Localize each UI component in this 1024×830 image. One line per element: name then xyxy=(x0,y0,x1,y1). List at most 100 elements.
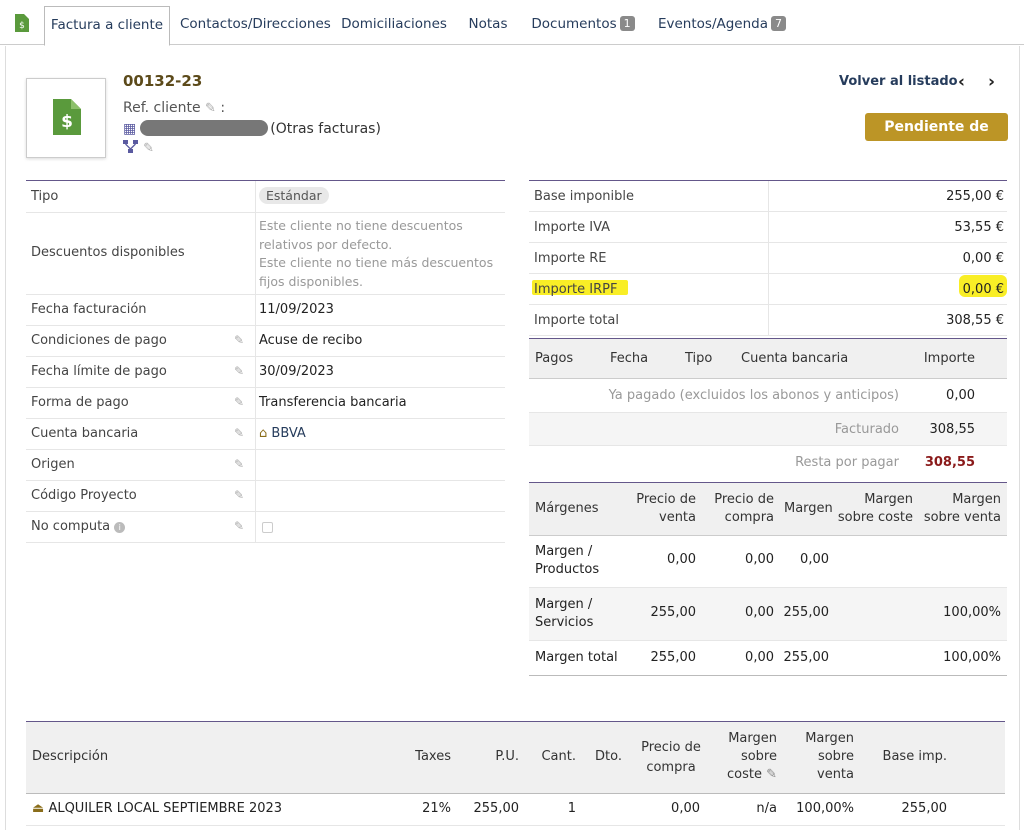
margins-table: Márgenes Precio de venta Precio de compra … xyxy=(529,482,1007,676)
column-header: Margen xyxy=(784,501,833,516)
label-line: Servicios xyxy=(535,615,594,630)
edit-pencil-icon[interactable]: ✎ xyxy=(234,333,244,347)
edit-pencil-icon[interactable]: ✎ xyxy=(234,488,244,502)
total-value: 53,55 € xyxy=(954,220,1004,235)
margin-row: Margen total 255,00 0,00 255,00 100,00% xyxy=(529,641,1007,676)
tab-label: Eventos/Agenda xyxy=(657,16,769,32)
column-header: Cant. xyxy=(541,749,576,764)
redacted-client-name[interactable] xyxy=(140,120,269,136)
ref-client: Ref. cliente ✎ : xyxy=(123,100,225,116)
invoice-ref: 00132-23 xyxy=(123,72,203,90)
nocompute-checkbox[interactable] xyxy=(262,522,273,533)
total-label: Importe total xyxy=(534,313,620,328)
header-line: Precio de xyxy=(641,740,701,755)
field-label: No computa xyxy=(31,519,111,534)
line-cell: 21% xyxy=(422,801,451,816)
invoice-dollar-icon: $ xyxy=(53,99,81,135)
column-header: P.U. xyxy=(495,749,519,764)
column-header: Pagos xyxy=(535,351,574,366)
invoice-icon: $ xyxy=(15,14,29,32)
payment-summary-row: Facturado 308,55 xyxy=(529,413,1007,446)
header-line: coste xyxy=(726,767,762,782)
pencil-icon[interactable]: ✎ xyxy=(143,141,154,156)
info-icon[interactable]: i xyxy=(114,522,126,533)
total-label: Importe RE xyxy=(534,251,607,266)
pencil-icon[interactable]: ✎ xyxy=(205,101,216,116)
margin-value: 0,00 xyxy=(745,650,774,665)
tab-label: Notas xyxy=(468,16,508,32)
tab-invoice[interactable]: Factura a cliente xyxy=(44,6,170,46)
field-row-method: Forma de pago ✎ Transferencia bancaria xyxy=(26,388,505,419)
total-label: Importe IRPF xyxy=(534,282,618,297)
building-icon: ▦ xyxy=(123,121,137,137)
pencil-icon[interactable]: ✎ xyxy=(766,767,777,782)
line-cell: 255,00 xyxy=(901,801,948,816)
margin-row: Margen / Productos 0,00 0,00 0,00 xyxy=(529,536,1007,588)
status-button[interactable]: Pendiente de pago xyxy=(865,113,1008,163)
next-arrow-icon[interactable]: › xyxy=(988,72,995,92)
discount-text-line: Este cliente no tiene descuentos xyxy=(259,218,463,233)
line-cell: 0,00 xyxy=(671,801,700,816)
line-cell: 255,00 xyxy=(473,801,520,816)
field-label: Fecha límite de pago xyxy=(31,364,167,379)
bank-link[interactable]: BBVA xyxy=(271,426,305,441)
field-value: 11/09/2023 xyxy=(259,302,334,317)
header-line: Precio de xyxy=(714,492,774,507)
edit-pencil-icon[interactable]: ✎ xyxy=(234,364,244,378)
field-row-bank: Cuenta bancaria ✎ ⌂ BBVA xyxy=(26,419,505,450)
line-cell: 100,00% xyxy=(796,801,854,816)
discounts-text: Este cliente no tiene descuentos relativ… xyxy=(259,217,493,291)
table-row[interactable]: ⏏ ALQUILER LOCAL SEPTIEMBRE 2023 21% 255… xyxy=(26,794,1005,826)
count-badge: 1 xyxy=(619,16,635,31)
column-header: Importe xyxy=(923,351,975,366)
tab-documents[interactable]: Documentos 1 xyxy=(530,6,636,46)
bank-value[interactable]: ⌂ BBVA xyxy=(259,426,306,441)
line-cell: n/a xyxy=(756,801,777,816)
label-line: Margen / xyxy=(535,544,593,559)
tab-events[interactable]: Eventos/Agenda 7 xyxy=(656,6,788,46)
line-description-text[interactable]: ALQUILER LOCAL SEPTIEMBRE 2023 xyxy=(48,801,282,816)
label-line: Productos xyxy=(535,562,600,577)
edit-pencil-icon[interactable]: ✎ xyxy=(234,457,244,471)
total-row: Importe IRPF 0,00 € xyxy=(529,274,1007,305)
field-value: Transferencia bancaria xyxy=(259,395,407,410)
header-line: sobre xyxy=(740,749,777,764)
tab-label: Documentos xyxy=(531,16,617,32)
field-value: 30/09/2023 xyxy=(259,364,334,379)
header-line: Margen xyxy=(728,731,777,746)
nocompute-label-wrap: No computa i xyxy=(31,519,126,534)
back-to-list-link[interactable]: Volver al listado xyxy=(839,74,958,89)
tab-contacts[interactable]: Contactos/Direcciones xyxy=(180,6,331,46)
edit-pencil-icon[interactable]: ✎ xyxy=(234,519,244,533)
column-header: Fecha xyxy=(610,351,649,366)
tab-notes[interactable]: Notas xyxy=(462,6,514,46)
margin-label: Margen total xyxy=(535,650,618,665)
field-row-due: Fecha límite de pago ✎ 30/09/2023 xyxy=(26,357,505,388)
edit-pencil-icon[interactable]: ✎ xyxy=(234,395,244,409)
column-header: Tipo xyxy=(685,351,713,366)
payment-summary-row: Resta por pagar 308,55 xyxy=(529,446,1007,477)
column-header: Precio de compra xyxy=(714,491,774,527)
edit-pencil-icon[interactable]: ✎ xyxy=(234,426,244,440)
margin-value: 0,00 xyxy=(745,552,774,567)
summary-label: Resta por pagar xyxy=(795,455,899,470)
column-header: Cuenta bancaria xyxy=(741,351,849,366)
project-tree-icon xyxy=(123,140,138,153)
service-icon: ⏏ xyxy=(32,801,45,816)
column-header: Descripción xyxy=(32,749,109,764)
header-line: sobre venta xyxy=(923,510,1001,525)
prev-arrow-icon[interactable]: ‹ xyxy=(958,72,965,92)
client-line: ▦ (Otras facturas) xyxy=(123,120,381,137)
field-label: Tipo xyxy=(31,189,59,204)
column-header: Taxes xyxy=(415,749,451,764)
tab-debits[interactable]: Domiciliaciones xyxy=(340,6,448,46)
discount-text-line: Este cliente no tiene más descuentos xyxy=(259,255,494,270)
ref-client-label: Ref. cliente xyxy=(123,100,201,116)
field-label: Origen xyxy=(31,457,75,472)
field-label: Fecha facturación xyxy=(31,302,147,317)
margin-value: 0,00 xyxy=(667,552,696,567)
other-invoices-link[interactable]: (Otras facturas) xyxy=(270,121,381,137)
field-value: Acuse de recibo xyxy=(259,333,363,348)
field-row-discounts: Descuentos disponibles Este cliente no t… xyxy=(26,213,505,295)
lines-header: Descripción Taxes P.U. Cant. Dto. Precio… xyxy=(26,722,1005,794)
